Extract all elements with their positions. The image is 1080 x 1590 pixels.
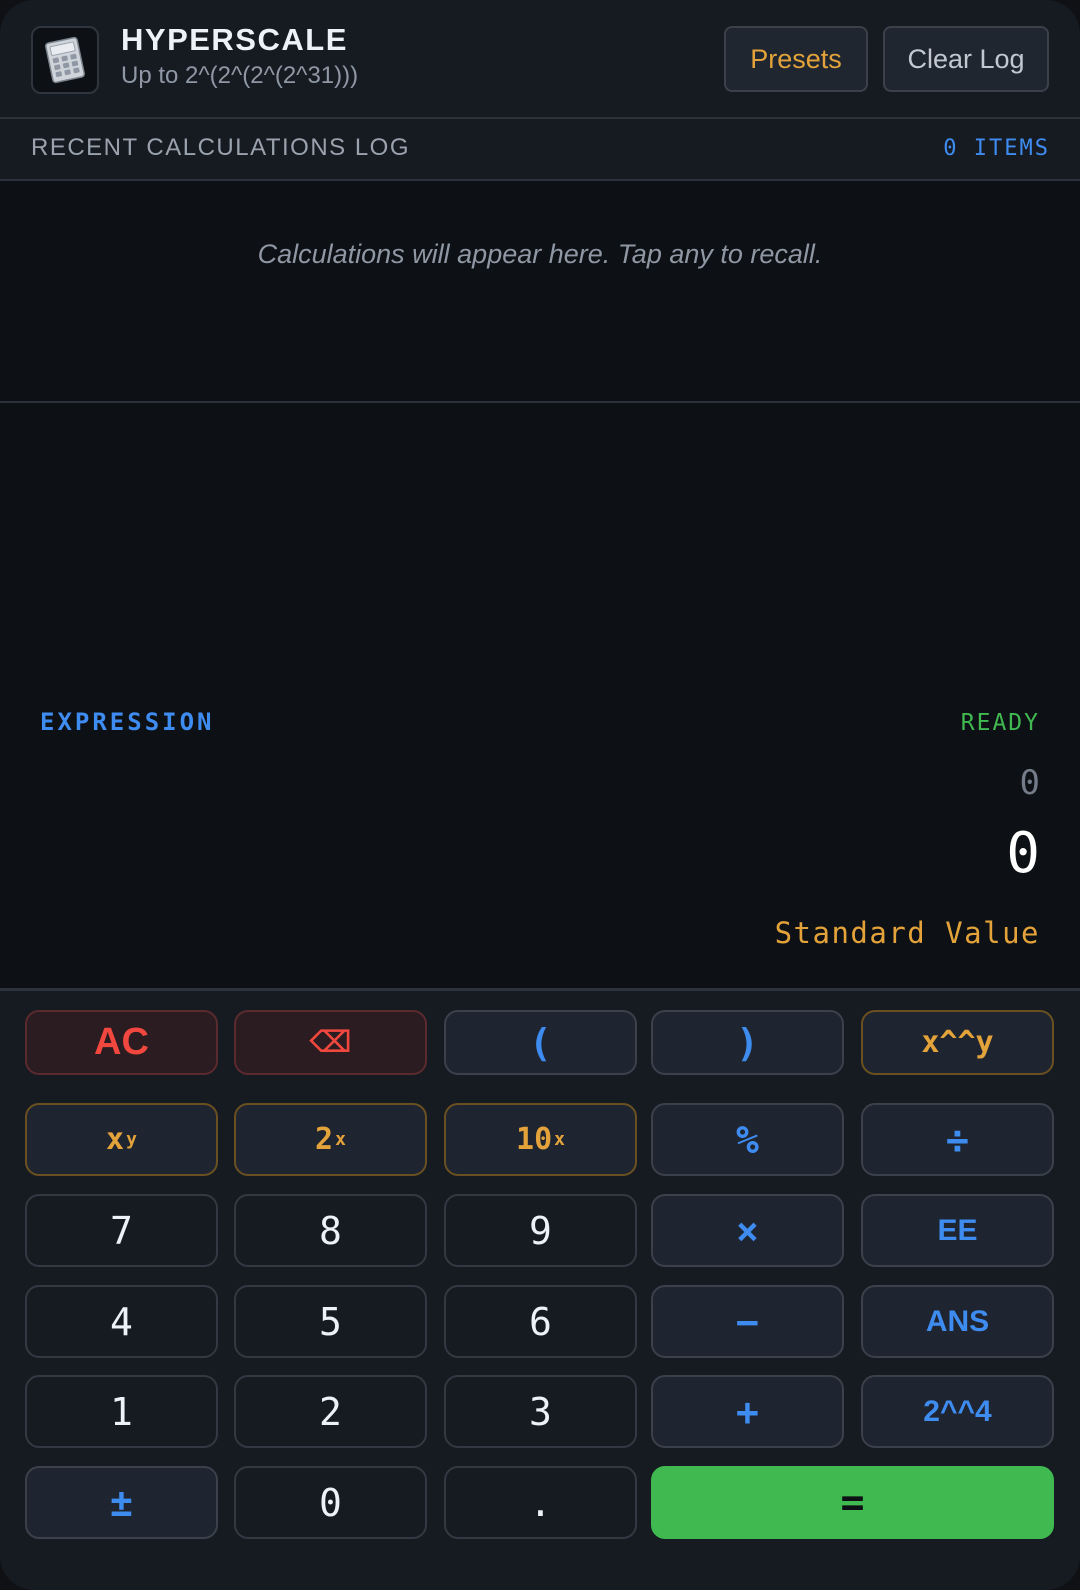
- app-subtitle: Up to 2^(2^(2^(2^31))): [121, 62, 359, 89]
- power-base: x: [106, 1122, 125, 1157]
- digit-0-button[interactable]: 0: [234, 1466, 427, 1539]
- expression-label: EXPRESSION: [40, 708, 215, 736]
- digit-7-button[interactable]: 7: [25, 1194, 218, 1267]
- add-button[interactable]: +: [651, 1375, 844, 1448]
- keypad: AC ⌫ ( ) x^^y xy 2x 10 x % ÷ 7 8 9 × EE 4…: [0, 988, 1080, 1590]
- plus-minus-button[interactable]: ±: [25, 1466, 218, 1539]
- percent-button[interactable]: %: [651, 1103, 844, 1176]
- result-value: 0: [1006, 821, 1040, 886]
- presets-button[interactable]: Presets: [724, 26, 868, 92]
- clear-log-button[interactable]: Clear Log: [883, 26, 1049, 92]
- divide-button[interactable]: ÷: [861, 1103, 1054, 1176]
- log-empty-message: Calculations will appear here. Tap any t…: [257, 239, 823, 269]
- digit-1-button[interactable]: 1: [25, 1375, 218, 1448]
- calculator-display: EXPRESSION READY 0 0 Standard Value: [0, 403, 1080, 988]
- digit-6-button[interactable]: 6: [444, 1285, 637, 1358]
- digit-9-button[interactable]: 9: [444, 1194, 637, 1267]
- equals-button[interactable]: =: [651, 1466, 1054, 1539]
- power-button[interactable]: xy: [25, 1103, 218, 1176]
- expression-text: 0: [1019, 763, 1040, 803]
- app-header: HYPERSCALE Up to 2^(2^(2^(2^31))) Preset…: [0, 0, 1080, 119]
- two-tetration-four-button[interactable]: 2^^4: [861, 1375, 1054, 1448]
- ten-power-base: 10: [516, 1122, 553, 1157]
- result-type-label: Standard Value: [774, 916, 1040, 950]
- calculator-icon: [31, 26, 99, 94]
- close-paren-button[interactable]: ): [651, 1010, 844, 1075]
- open-paren-button[interactable]: (: [444, 1010, 637, 1075]
- digit-3-button[interactable]: 3: [444, 1375, 637, 1448]
- digit-4-button[interactable]: 4: [25, 1285, 218, 1358]
- ans-button[interactable]: ANS: [861, 1285, 1054, 1358]
- log-header: RECENT CALCULATIONS LOG 0 ITEMS: [0, 119, 1080, 181]
- calculation-log[interactable]: Calculations will appear here. Tap any t…: [0, 181, 1080, 403]
- backspace-icon: ⌫: [309, 1025, 352, 1060]
- two-power-button[interactable]: 2x: [234, 1103, 427, 1176]
- two-power-exponent: x: [335, 1129, 346, 1150]
- backspace-button[interactable]: ⌫: [234, 1010, 427, 1075]
- digit-5-button[interactable]: 5: [234, 1285, 427, 1358]
- two-power-base: 2: [315, 1122, 334, 1157]
- tetration-button[interactable]: x^^y: [861, 1010, 1054, 1075]
- log-title: RECENT CALCULATIONS LOG: [31, 134, 411, 161]
- ten-power-button[interactable]: 10 x: [444, 1103, 637, 1176]
- digit-8-button[interactable]: 8: [234, 1194, 427, 1267]
- app-title: HYPERSCALE: [121, 22, 348, 57]
- power-exponent: y: [126, 1129, 137, 1150]
- status-indicator: READY: [960, 710, 1040, 736]
- log-count-badge: 0 ITEMS: [943, 136, 1050, 161]
- multiply-button[interactable]: ×: [651, 1194, 844, 1267]
- subtract-button[interactable]: −: [651, 1285, 844, 1358]
- ten-power-exponent: x: [554, 1129, 565, 1150]
- ee-button[interactable]: EE: [861, 1194, 1054, 1267]
- all-clear-button[interactable]: AC: [25, 1010, 218, 1075]
- digit-2-button[interactable]: 2: [234, 1375, 427, 1448]
- calculator-app: HYPERSCALE Up to 2^(2^(2^(2^31))) Preset…: [0, 0, 1080, 1590]
- decimal-button[interactable]: .: [444, 1466, 637, 1539]
